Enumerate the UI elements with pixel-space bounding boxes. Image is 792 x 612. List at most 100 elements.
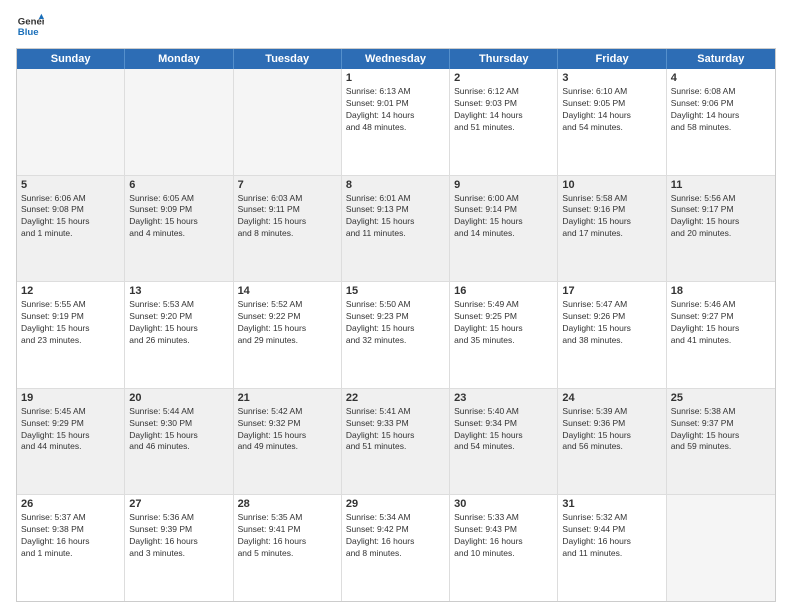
- cell-date-number: 3: [562, 72, 661, 84]
- logo: General Blue: [16, 12, 44, 40]
- cell-info: Sunrise: 6:08 AM Sunset: 9:06 PM Dayligh…: [671, 86, 771, 134]
- cell-info: Sunrise: 5:42 AM Sunset: 9:32 PM Dayligh…: [238, 406, 337, 454]
- cell-date-number: 28: [238, 498, 337, 510]
- calendar-cell: 27 Sunrise: 5:36 AM Sunset: 9:39 PM Dayli…: [125, 495, 233, 601]
- cell-date-number: 9: [454, 179, 553, 191]
- cell-date-number: 6: [129, 179, 228, 191]
- cell-date-number: 10: [562, 179, 661, 191]
- calendar-cell: 6 Sunrise: 6:05 AM Sunset: 9:09 PM Daylig…: [125, 176, 233, 282]
- calendar-cell: 28 Sunrise: 5:35 AM Sunset: 9:41 PM Dayli…: [234, 495, 342, 601]
- page: General Blue SundayMondayTuesdayWednesda…: [0, 0, 792, 612]
- cell-info: Sunrise: 5:44 AM Sunset: 9:30 PM Dayligh…: [129, 406, 228, 454]
- cell-info: Sunrise: 6:12 AM Sunset: 9:03 PM Dayligh…: [454, 86, 553, 134]
- cell-info: Sunrise: 5:39 AM Sunset: 9:36 PM Dayligh…: [562, 406, 661, 454]
- calendar-cell: 10 Sunrise: 5:58 AM Sunset: 9:16 PM Dayli…: [558, 176, 666, 282]
- day-header-tuesday: Tuesday: [234, 49, 342, 69]
- cell-date-number: 31: [562, 498, 661, 510]
- cell-date-number: 2: [454, 72, 553, 84]
- cell-date-number: 29: [346, 498, 445, 510]
- cell-info: Sunrise: 5:40 AM Sunset: 9:34 PM Dayligh…: [454, 406, 553, 454]
- cell-date-number: 12: [21, 285, 120, 297]
- calendar-cell: 18 Sunrise: 5:46 AM Sunset: 9:27 PM Dayli…: [667, 282, 775, 388]
- cell-info: Sunrise: 5:34 AM Sunset: 9:42 PM Dayligh…: [346, 512, 445, 560]
- cell-info: Sunrise: 5:47 AM Sunset: 9:26 PM Dayligh…: [562, 299, 661, 347]
- cell-info: Sunrise: 6:01 AM Sunset: 9:13 PM Dayligh…: [346, 193, 445, 241]
- cell-date-number: 8: [346, 179, 445, 191]
- calendar-cell: [17, 69, 125, 175]
- cell-info: Sunrise: 5:35 AM Sunset: 9:41 PM Dayligh…: [238, 512, 337, 560]
- cell-info: Sunrise: 6:05 AM Sunset: 9:09 PM Dayligh…: [129, 193, 228, 241]
- day-header-saturday: Saturday: [667, 49, 775, 69]
- calendar-cell: 12 Sunrise: 5:55 AM Sunset: 9:19 PM Dayli…: [17, 282, 125, 388]
- cell-date-number: 11: [671, 179, 771, 191]
- week-row-2: 12 Sunrise: 5:55 AM Sunset: 9:19 PM Dayli…: [17, 282, 775, 389]
- cell-info: Sunrise: 5:49 AM Sunset: 9:25 PM Dayligh…: [454, 299, 553, 347]
- cell-date-number: 22: [346, 392, 445, 404]
- cell-date-number: 21: [238, 392, 337, 404]
- cell-info: Sunrise: 5:56 AM Sunset: 9:17 PM Dayligh…: [671, 193, 771, 241]
- day-header-friday: Friday: [558, 49, 666, 69]
- cell-date-number: 20: [129, 392, 228, 404]
- calendar-cell: 26 Sunrise: 5:37 AM Sunset: 9:38 PM Dayli…: [17, 495, 125, 601]
- calendar-cell: 30 Sunrise: 5:33 AM Sunset: 9:43 PM Dayli…: [450, 495, 558, 601]
- calendar-cell: 25 Sunrise: 5:38 AM Sunset: 9:37 PM Dayli…: [667, 389, 775, 495]
- svg-text:Blue: Blue: [18, 27, 39, 38]
- cell-date-number: 15: [346, 285, 445, 297]
- cell-date-number: 5: [21, 179, 120, 191]
- calendar-cell: 24 Sunrise: 5:39 AM Sunset: 9:36 PM Dayli…: [558, 389, 666, 495]
- cell-info: Sunrise: 5:46 AM Sunset: 9:27 PM Dayligh…: [671, 299, 771, 347]
- cell-info: Sunrise: 5:53 AM Sunset: 9:20 PM Dayligh…: [129, 299, 228, 347]
- cell-info: Sunrise: 5:37 AM Sunset: 9:38 PM Dayligh…: [21, 512, 120, 560]
- calendar-cell: [667, 495, 775, 601]
- week-row-4: 26 Sunrise: 5:37 AM Sunset: 9:38 PM Dayli…: [17, 495, 775, 601]
- cell-date-number: 7: [238, 179, 337, 191]
- cell-info: Sunrise: 5:36 AM Sunset: 9:39 PM Dayligh…: [129, 512, 228, 560]
- cell-info: Sunrise: 5:58 AM Sunset: 9:16 PM Dayligh…: [562, 193, 661, 241]
- week-row-3: 19Sunrise: 5:45 AM Sunset: 9:29 PM Dayli…: [17, 389, 775, 496]
- calendar-cell: 29 Sunrise: 5:34 AM Sunset: 9:42 PM Dayli…: [342, 495, 450, 601]
- calendar-cell: 22 Sunrise: 5:41 AM Sunset: 9:33 PM Dayli…: [342, 389, 450, 495]
- cell-info: Sunrise: 5:38 AM Sunset: 9:37 PM Dayligh…: [671, 406, 771, 454]
- cell-info: Sunrise: 6:06 AM Sunset: 9:08 PM Dayligh…: [21, 193, 120, 241]
- calendar-cell: 15 Sunrise: 5:50 AM Sunset: 9:23 PM Dayli…: [342, 282, 450, 388]
- calendar-cell: 11 Sunrise: 5:56 AM Sunset: 9:17 PM Dayli…: [667, 176, 775, 282]
- calendar-cell: 5 Sunrise: 6:06 AM Sunset: 9:08 PM Daylig…: [17, 176, 125, 282]
- cell-date-number: 13: [129, 285, 228, 297]
- week-row-1: 5 Sunrise: 6:06 AM Sunset: 9:08 PM Daylig…: [17, 176, 775, 283]
- header: General Blue: [16, 12, 776, 40]
- cell-info: Sunrise: 6:00 AM Sunset: 9:14 PM Dayligh…: [454, 193, 553, 241]
- day-header-monday: Monday: [125, 49, 233, 69]
- calendar-cell: 19Sunrise: 5:45 AM Sunset: 9:29 PM Dayli…: [17, 389, 125, 495]
- cell-date-number: 25: [671, 392, 771, 404]
- calendar-cell: 1 Sunrise: 6:13 AM Sunset: 9:01 PM Daylig…: [342, 69, 450, 175]
- cell-info: Sunrise: 5:52 AM Sunset: 9:22 PM Dayligh…: [238, 299, 337, 347]
- calendar-cell: 8 Sunrise: 6:01 AM Sunset: 9:13 PM Daylig…: [342, 176, 450, 282]
- calendar-cell: 9 Sunrise: 6:00 AM Sunset: 9:14 PM Daylig…: [450, 176, 558, 282]
- cell-date-number: 24: [562, 392, 661, 404]
- calendar-cell: 7 Sunrise: 6:03 AM Sunset: 9:11 PM Daylig…: [234, 176, 342, 282]
- cell-info: Sunrise: 5:45 AM Sunset: 9:29 PM Dayligh…: [21, 406, 120, 454]
- cell-info: Sunrise: 6:10 AM Sunset: 9:05 PM Dayligh…: [562, 86, 661, 134]
- calendar-cell: 4 Sunrise: 6:08 AM Sunset: 9:06 PM Daylig…: [667, 69, 775, 175]
- cell-info: Sunrise: 5:55 AM Sunset: 9:19 PM Dayligh…: [21, 299, 120, 347]
- cell-date-number: 17: [562, 285, 661, 297]
- day-header-thursday: Thursday: [450, 49, 558, 69]
- cell-date-number: 18: [671, 285, 771, 297]
- week-row-0: 1 Sunrise: 6:13 AM Sunset: 9:01 PM Daylig…: [17, 69, 775, 176]
- cell-info: Sunrise: 6:03 AM Sunset: 9:11 PM Dayligh…: [238, 193, 337, 241]
- calendar-cell: 31Sunrise: 5:32 AM Sunset: 9:44 PM Dayli…: [558, 495, 666, 601]
- cell-date-number: 1: [346, 72, 445, 84]
- calendar-cell: 3 Sunrise: 6:10 AM Sunset: 9:05 PM Daylig…: [558, 69, 666, 175]
- calendar: SundayMondayTuesdayWednesdayThursdayFrid…: [16, 48, 776, 602]
- cell-date-number: 4: [671, 72, 771, 84]
- cell-date-number: 26: [21, 498, 120, 510]
- calendar-cell: [234, 69, 342, 175]
- calendar-cell: 16Sunrise: 5:49 AM Sunset: 9:25 PM Dayli…: [450, 282, 558, 388]
- cell-info: Sunrise: 5:33 AM Sunset: 9:43 PM Dayligh…: [454, 512, 553, 560]
- cell-info: Sunrise: 5:50 AM Sunset: 9:23 PM Dayligh…: [346, 299, 445, 347]
- cell-date-number: 30: [454, 498, 553, 510]
- cell-date-number: 27: [129, 498, 228, 510]
- cell-info: Sunrise: 6:13 AM Sunset: 9:01 PM Dayligh…: [346, 86, 445, 134]
- calendar-cell: 23Sunrise: 5:40 AM Sunset: 9:34 PM Dayli…: [450, 389, 558, 495]
- cell-info: Sunrise: 5:41 AM Sunset: 9:33 PM Dayligh…: [346, 406, 445, 454]
